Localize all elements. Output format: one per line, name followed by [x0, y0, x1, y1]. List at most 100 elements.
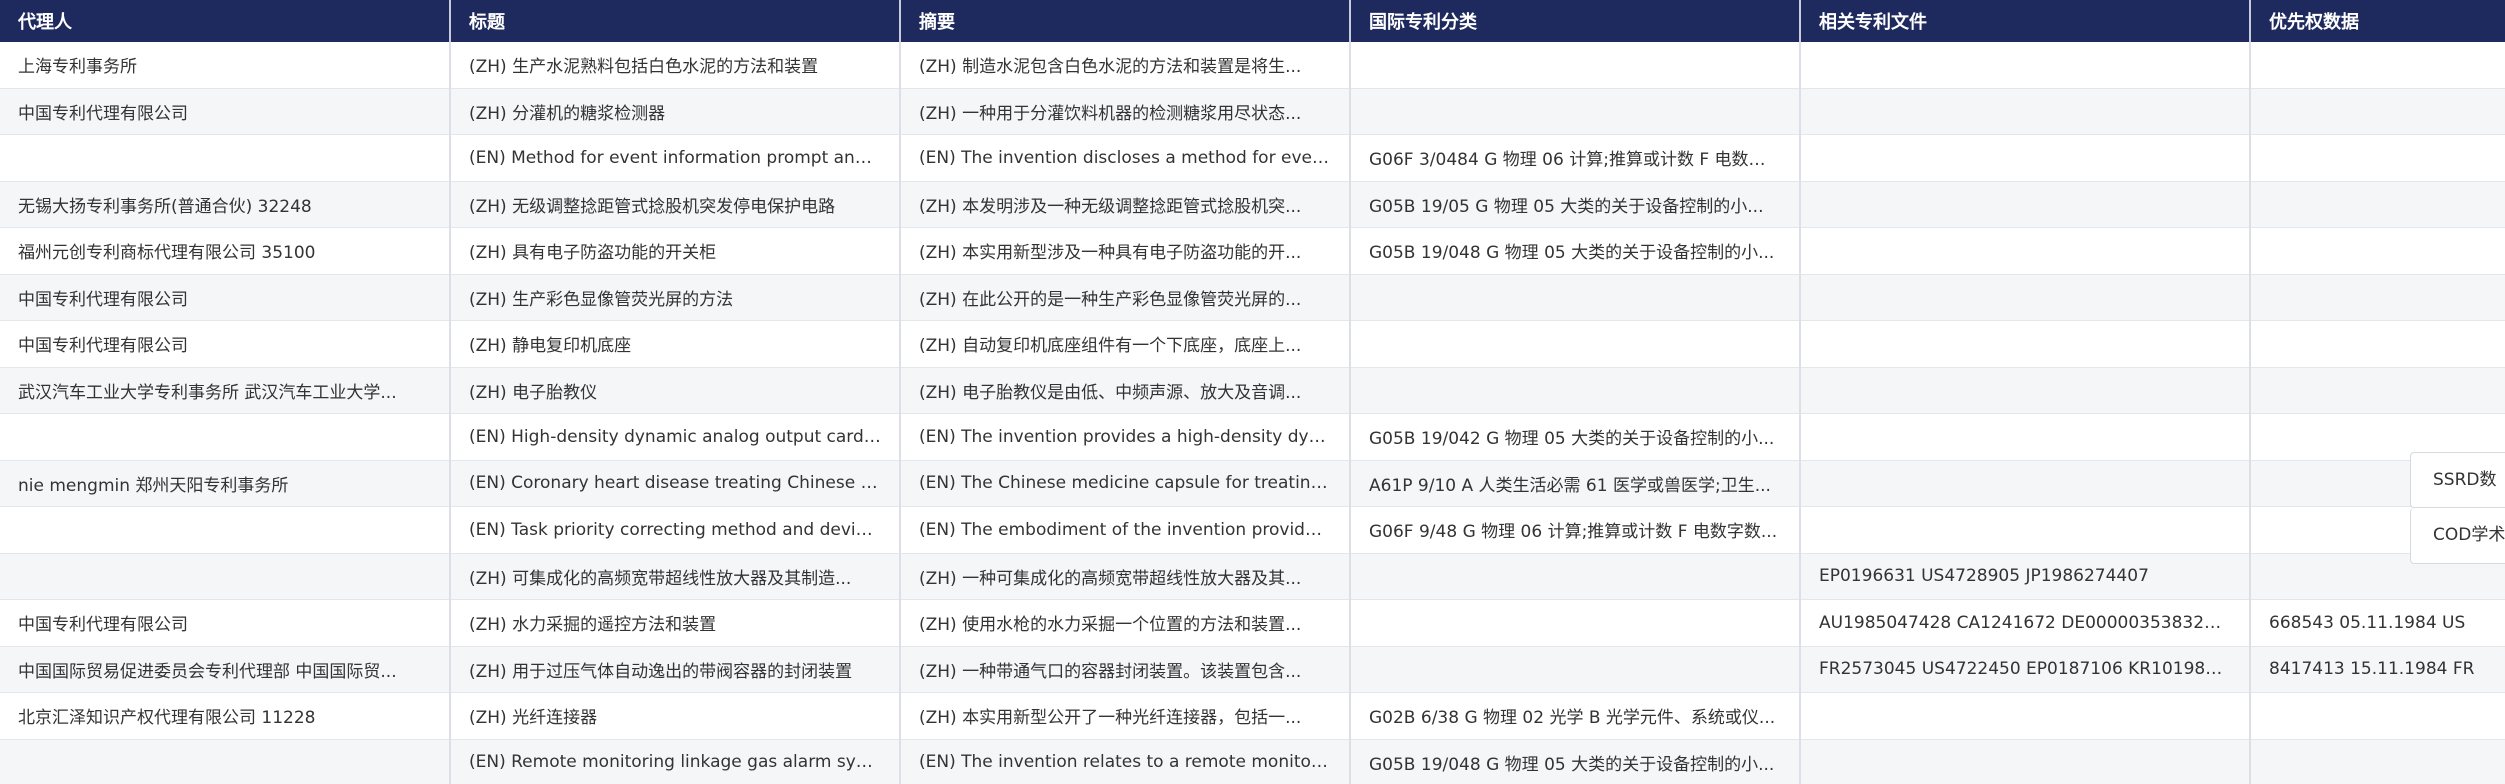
agent-cell: 福州元创专利商标代理有限公司 35100: [0, 227, 451, 275]
table-row[interactable]: 北京汇泽知识产权代理有限公司 11228 (ZH) 光纤连接器 (ZH) 本实用新型…: [0, 692, 2505, 740]
table-row[interactable]: 武汉汽车工业大学专利事务所 武汉汽车工业大学... (ZH) 电子胎教仪 (ZH) …: [0, 367, 2505, 414]
patent-table: 代理人 标题 摘要 国际专利分类 相关专利文件 优先权数据 上海专利事务所 (ZH…: [0, 0, 2505, 784]
ipc-cell: [1350, 320, 1801, 368]
ipc-cell: G02B 6/38 G 物理 02 光学 B 光学元件、系统或仪...: [1350, 692, 1801, 740]
table-row[interactable]: 中国专利代理有限公司 (ZH) 水力采掘的遥控方法和装置 (ZH) 使用水枪的水力采…: [0, 599, 2505, 647]
related-docs-cell: [1800, 274, 2251, 321]
ipc-cell: G05B 19/048 G 物理 05 大类的关于设备控制的小...: [1350, 739, 1801, 784]
priority-cell: [2250, 692, 2505, 740]
abstract-cell: (ZH) 一种可集成化的高频宽带超线性放大器及其...: [900, 553, 1351, 600]
table-row[interactable]: 中国国际贸易促进委员会专利代理部 中国国际贸... (ZH) 用于过压气体自动逸出…: [0, 646, 2505, 693]
abstract-cell: (EN) The embodiment of the invention pro…: [900, 506, 1351, 554]
abstract-cell: (ZH) 在此公开的是一种生产彩色显像管荧光屏的...: [900, 274, 1351, 321]
related-docs-cell: [1800, 739, 2251, 784]
agent-cell: 北京汇泽知识产权代理有限公司 11228: [0, 692, 451, 740]
ipc-cell: G05B 19/048 G 物理 05 大类的关于设备控制的小...: [1350, 227, 1801, 275]
ipc-cell: [1350, 274, 1801, 321]
table-row[interactable]: 中国专利代理有限公司 (ZH) 生产彩色显像管荧光屏的方法 (ZH) 在此公开的是一…: [0, 274, 2505, 321]
related-docs-cell: [1800, 88, 2251, 135]
column-header-abstract[interactable]: 摘要: [900, 0, 1351, 42]
ipc-cell: [1350, 553, 1801, 600]
priority-cell: 668543 05.11.1984 US: [2250, 599, 2505, 647]
title-cell: (ZH) 电子胎教仪: [450, 367, 901, 414]
title-cell: (ZH) 用于过压气体自动逸出的带阀容器的封闭装置: [450, 646, 901, 693]
agent-cell: [0, 134, 451, 182]
title-cell: (ZH) 生产彩色显像管荧光屏的方法: [450, 274, 901, 321]
abstract-cell: (ZH) 一种带通气口的容器封闭装置。该装置包含...: [900, 646, 1351, 693]
related-docs-cell: [1800, 320, 2251, 368]
column-header-priority[interactable]: 优先权数据: [2250, 0, 2505, 42]
title-cell: (EN) High-density dynamic analog output …: [450, 413, 901, 461]
ipc-cell: [1350, 88, 1801, 135]
related-docs-cell: [1800, 460, 2251, 507]
abstract-cell: (ZH) 本实用新型公开了一种光纤连接器，包括一...: [900, 692, 1351, 740]
agent-cell: [0, 553, 451, 600]
title-cell: (ZH) 无级调整捻距管式捻股机突发停电保护电路: [450, 181, 901, 228]
ipc-cell: [1350, 646, 1801, 693]
ipc-cell: G06F 9/48 G 物理 06 计算;推算或计数 F 电数字数...: [1350, 506, 1801, 554]
ipc-cell: G05B 19/05 G 物理 05 大类的关于设备控制的小...: [1350, 181, 1801, 228]
table-row[interactable]: (EN) Method for event information prompt…: [0, 134, 2505, 182]
priority-cell: [2250, 274, 2505, 321]
abstract-cell: (ZH) 使用水枪的水力采掘一个位置的方法和装置...: [900, 599, 1351, 647]
agent-cell: 中国专利代理有限公司: [0, 88, 451, 135]
related-docs-cell: [1800, 181, 2251, 228]
abstract-cell: (ZH) 一种用于分灌饮料机器的检测糖浆用尽状态...: [900, 88, 1351, 135]
abstract-cell: (EN) The invention discloses a method fo…: [900, 134, 1351, 182]
related-docs-cell: [1800, 42, 2251, 89]
priority-cell: [2250, 88, 2505, 135]
ipc-cell: G05B 19/042 G 物理 05 大类的关于设备控制的小...: [1350, 413, 1801, 461]
title-cell: (ZH) 分灌机的糖浆检测器: [450, 88, 901, 135]
priority-cell: [2250, 320, 2505, 368]
priority-cell: 8417413 15.11.1984 FR: [2250, 646, 2505, 693]
priority-cell: [2250, 134, 2505, 182]
ssrd-data-tab[interactable]: SSRD数: [2410, 452, 2505, 508]
related-docs-cell: [1800, 413, 2251, 461]
table-row[interactable]: (EN) High-density dynamic analog output …: [0, 413, 2505, 461]
related-docs-cell: EP0196631 US4728905 JP1986274407: [1800, 553, 2251, 600]
agent-cell: 无锡大扬专利事务所(普通合伙) 32248: [0, 181, 451, 228]
cod-academic-tab[interactable]: COD学术: [2410, 508, 2505, 564]
table-row[interactable]: (EN) Remote monitoring linkage gas alarm…: [0, 739, 2505, 784]
column-header-related-docs[interactable]: 相关专利文件: [1800, 0, 2251, 42]
priority-cell: [2250, 367, 2505, 414]
abstract-cell: (EN) The invention relates to a remote m…: [900, 739, 1351, 784]
table-row[interactable]: 福州元创专利商标代理有限公司 35100 (ZH) 具有电子防盗功能的开关柜 (ZH…: [0, 227, 2505, 275]
agent-cell: 中国专利代理有限公司: [0, 274, 451, 321]
agent-cell: 中国国际贸易促进委员会专利代理部 中国国际贸...: [0, 646, 451, 693]
title-cell: (ZH) 静电复印机底座: [450, 320, 901, 368]
title-cell: (ZH) 具有电子防盗功能的开关柜: [450, 227, 901, 275]
title-cell: (ZH) 水力采掘的遥控方法和装置: [450, 599, 901, 647]
table-row[interactable]: (ZH) 可集成化的高频宽带超线性放大器及其制造... (ZH) 一种可集成化的高…: [0, 553, 2505, 600]
ipc-cell: G06F 3/0484 G 物理 06 计算;推算或计数 F 电数字...: [1350, 134, 1801, 182]
agent-cell: 武汉汽车工业大学专利事务所 武汉汽车工业大学...: [0, 367, 451, 414]
title-cell: (ZH) 光纤连接器: [450, 692, 901, 740]
agent-cell: nie mengmin 郑州天阳专利事务所: [0, 460, 451, 507]
abstract-cell: (ZH) 自动复印机底座组件有一个下底座，底座上...: [900, 320, 1351, 368]
table-row[interactable]: 上海专利事务所 (ZH) 生产水泥熟料包括白色水泥的方法和装置 (ZH) 制造水泥包…: [0, 42, 2505, 89]
related-docs-cell: [1800, 367, 2251, 414]
table-row[interactable]: (EN) Task priority correcting method and…: [0, 506, 2505, 554]
side-floating-tabs: SSRD数 COD学术: [2410, 452, 2505, 564]
table-row[interactable]: 无锡大扬专利事务所(普通合伙) 32248 (ZH) 无级调整捻距管式捻股机突发停…: [0, 181, 2505, 228]
table-row[interactable]: 中国专利代理有限公司 (ZH) 静电复印机底座 (ZH) 自动复印机底座组件有一个下…: [0, 320, 2505, 368]
column-header-agent[interactable]: 代理人: [0, 0, 451, 42]
abstract-cell: (ZH) 本发明涉及一种无级调整捻距管式捻股机突...: [900, 181, 1351, 228]
column-header-title[interactable]: 标题: [450, 0, 901, 42]
ipc-cell: A61P 9/10 A 人类生活必需 61 医学或兽医学;卫生...: [1350, 460, 1801, 507]
priority-cell: [2250, 181, 2505, 228]
related-docs-cell: [1800, 506, 2251, 554]
title-cell: (EN) Coronary heart disease treating Chi…: [450, 460, 901, 507]
agent-cell: [0, 506, 451, 554]
agent-cell: 上海专利事务所: [0, 42, 451, 89]
priority-cell: [2250, 739, 2505, 784]
agent-cell: [0, 413, 451, 461]
abstract-cell: (EN) The invention provides a high-densi…: [900, 413, 1351, 461]
table-row[interactable]: 中国专利代理有限公司 (ZH) 分灌机的糖浆检测器 (ZH) 一种用于分灌饮料机器的…: [0, 88, 2505, 135]
column-header-ipc[interactable]: 国际专利分类: [1350, 0, 1801, 42]
related-docs-cell: [1800, 692, 2251, 740]
table-header: 代理人 标题 摘要 国际专利分类 相关专利文件 优先权数据: [0, 0, 2505, 42]
header-row: 代理人 标题 摘要 国际专利分类 相关专利文件 优先权数据: [0, 0, 2505, 42]
related-docs-cell: [1800, 227, 2251, 275]
table-row[interactable]: nie mengmin 郑州天阳专利事务所 (EN) Coronary heart…: [0, 460, 2505, 507]
